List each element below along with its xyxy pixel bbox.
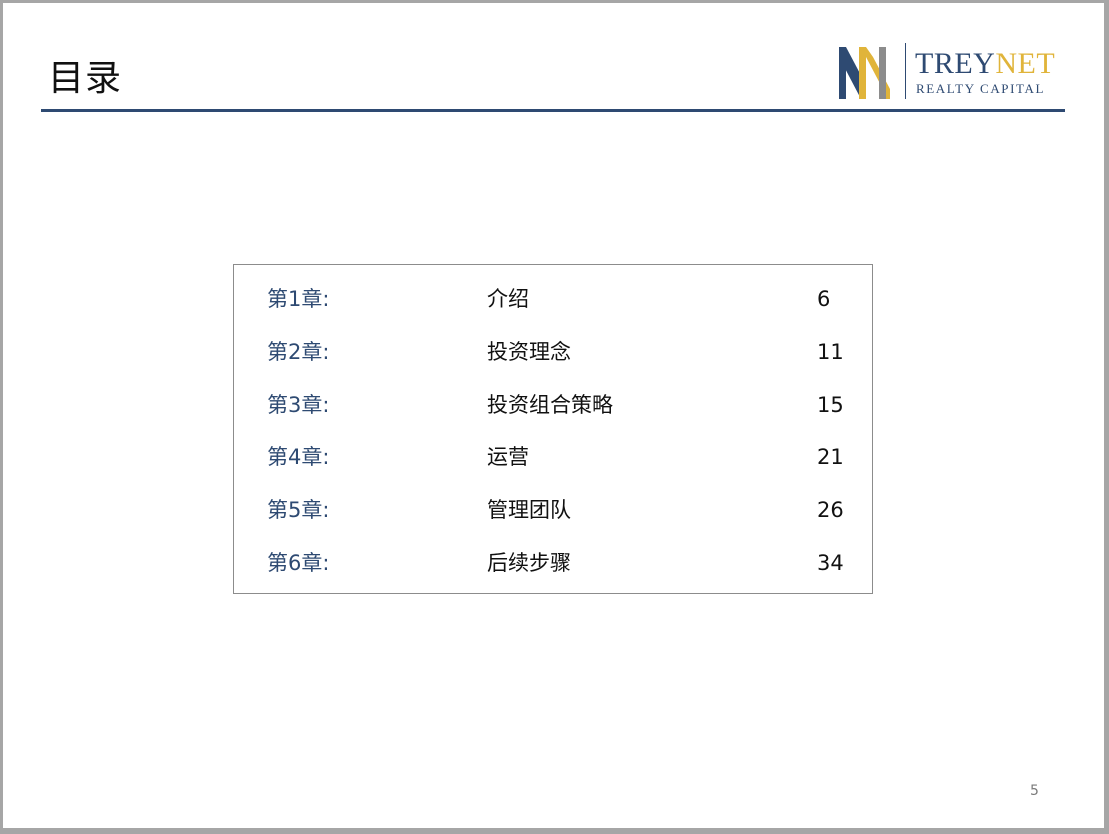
toc-chapter: 第4章:: [267, 445, 330, 469]
logo-wordmark: TREYNET: [915, 49, 1055, 79]
toc-row[interactable]: 第2章: 投资理念 11: [234, 336, 872, 368]
toc-label: 投资组合策略: [487, 393, 613, 417]
toc-label: 运营: [487, 445, 529, 469]
toc-page-number: 6: [817, 287, 831, 311]
table-of-contents: 第1章: 介绍 6 第2章: 投资理念 11 第3章: 投资组合策略 15 第4…: [233, 264, 873, 594]
toc-page-number: 34: [817, 551, 844, 575]
toc-row[interactable]: 第6章: 后续步骤 34: [234, 547, 872, 579]
toc-label: 后续步骤: [487, 551, 571, 575]
toc-row[interactable]: 第5章: 管理团队 26: [234, 494, 872, 526]
toc-chapter: 第3章:: [267, 393, 330, 417]
toc-row[interactable]: 第1章: 介绍 6: [234, 283, 872, 315]
toc-chapter: 第5章:: [267, 498, 330, 522]
logo-divider: [905, 43, 906, 99]
toc-chapter: 第1章:: [267, 287, 330, 311]
slide-page-number: 5: [1030, 783, 1039, 799]
toc-page-number: 26: [817, 498, 844, 522]
toc-chapter: 第6章:: [267, 551, 330, 575]
title-rule: [41, 109, 1065, 112]
toc-row[interactable]: 第3章: 投资组合策略 15: [234, 389, 872, 421]
toc-page-number: 21: [817, 445, 844, 469]
company-logo: TREYNET REALTY CAPITAL: [835, 43, 1055, 103]
logo-subtitle: REALTY CAPITAL: [916, 81, 1046, 96]
logo-word-net: NET: [995, 47, 1056, 80]
logo-mark-icon: [839, 47, 890, 99]
toc-page-number: 11: [817, 340, 844, 364]
page-title: 目录: [48, 58, 123, 99]
slide: 目录 TREYNET REALTY CAPITAL 第1章: 介绍 6 第2章:…: [3, 3, 1104, 828]
toc-label: 管理团队: [487, 498, 571, 522]
toc-chapter: 第2章:: [267, 340, 330, 364]
toc-page-number: 15: [817, 393, 844, 417]
logo-word-trey: TREY: [915, 47, 996, 80]
toc-label: 投资理念: [487, 340, 571, 364]
toc-row[interactable]: 第4章: 运营 21: [234, 441, 872, 473]
toc-label: 介绍: [487, 287, 529, 311]
